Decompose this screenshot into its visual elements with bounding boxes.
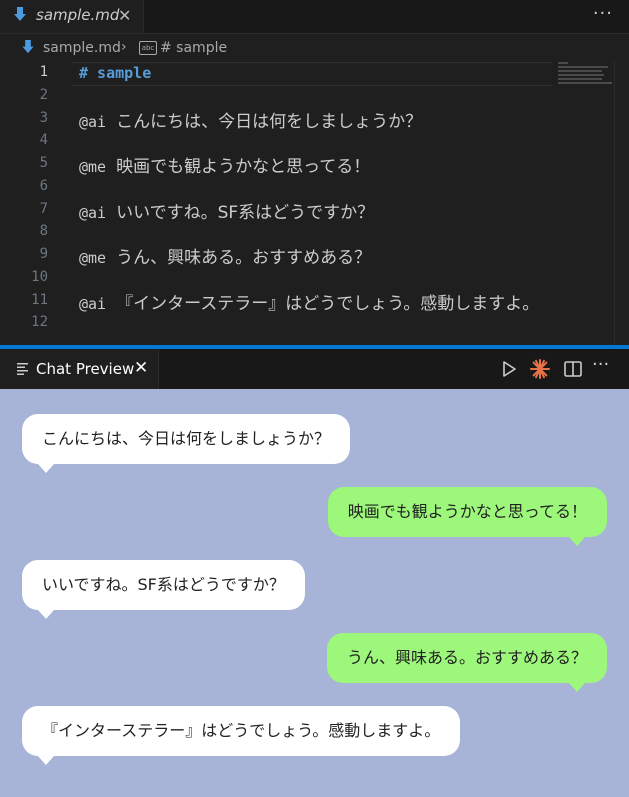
minimap[interactable] [558, 62, 614, 92]
editor-tab-bar: sample.md ✕ ··· [0, 0, 629, 34]
line-number: 9 [39, 246, 48, 262]
mention-tag: @me [79, 158, 107, 176]
code-line: @ai いいですね。SF系はどうですか？ [79, 198, 374, 223]
tab-label: Chat Preview [36, 360, 135, 378]
panel-tab-bar: Chat Preview ✕ ··· [0, 349, 629, 389]
editor-pane: sample.md ✕ ··· sample.md › abc # sample… [0, 0, 629, 345]
mention-tag: @ai [79, 113, 107, 131]
more-icon[interactable]: ··· [592, 354, 622, 376]
breadcrumb-file[interactable]: sample.md [43, 40, 121, 56]
line-number: 7 [39, 201, 48, 217]
code-area[interactable]: 1 2 3 4 5 6 7 8 9 10 11 12 # sample @ai こ… [0, 60, 629, 345]
line-number: 2 [39, 87, 48, 103]
line-number: 8 [39, 223, 48, 239]
chevron-right-icon: › [121, 39, 127, 55]
sparkle-icon[interactable] [529, 358, 551, 380]
chat-bubble-me: うん、興味ある。おすすめある？ [326, 633, 607, 683]
markdown-file-icon [22, 40, 34, 54]
code-line: @ai こんにちは、今日は何をしましょうか？ [79, 107, 422, 132]
breadcrumb: sample.md › abc # sample [0, 38, 629, 60]
code-line: @me 映画でも観ようかなと思ってる！ [79, 152, 370, 177]
bubble-tail [569, 537, 585, 546]
markdown-file-icon [14, 7, 26, 21]
more-actions-icon[interactable]: ··· [593, 3, 613, 24]
code-line: @ai 『インターステラー』はどうでしょう。感動しますよ。 [79, 289, 539, 314]
tab-label: sample.md [36, 6, 120, 24]
code-line-text: いいですね。SF系はどうですか？ [116, 203, 375, 223]
code-line-heading: # sample [79, 64, 152, 82]
line-number: 6 [39, 178, 48, 194]
mention-tag: @ai [79, 204, 107, 222]
line-number: 4 [39, 132, 48, 148]
chat-bubble-ai: 『インターステラー』はどうでしょう。感動しますよ。 [22, 706, 461, 756]
line-number: 3 [39, 110, 48, 126]
vertical-scrollbar[interactable] [614, 60, 629, 345]
chat-bubble-ai: こんにちは、今日は何をしましょうか？ [22, 414, 351, 464]
line-number: 5 [39, 155, 48, 171]
code-line-text: こんにちは、今日は何をしましょうか？ [116, 112, 423, 132]
string-symbol-icon: abc [139, 41, 157, 55]
breadcrumb-symbol[interactable]: # sample [160, 40, 227, 56]
line-number: 11 [31, 292, 48, 308]
bubble-tail [38, 610, 54, 619]
tab-chat-preview[interactable]: Chat Preview ✕ [0, 349, 159, 389]
code-line-text: うん、興味ある。おすすめある？ [116, 248, 372, 268]
chat-bubble-ai: いいですね。SF系はどうですか？ [22, 560, 305, 610]
bubble-tail [38, 756, 54, 765]
line-number: 10 [31, 269, 48, 285]
bubble-tail [569, 683, 585, 692]
chat-preview: こんにちは、今日は何をしましょうか？ 映画でも観ようかなと思ってる！ いいですね… [0, 389, 629, 797]
play-icon[interactable] [498, 358, 520, 380]
code-line-text: 『インターステラー』はどうでしょう。感動しますよ。 [116, 294, 540, 314]
mention-tag: @ai [79, 295, 107, 313]
tab-close-icon[interactable]: ✕ [134, 358, 148, 378]
split-editor-icon[interactable] [562, 358, 584, 380]
chat-bubble-me: 映画でも観ようかなと思ってる！ [327, 487, 607, 537]
mention-tag: @me [79, 249, 107, 267]
line-number: 12 [31, 314, 48, 330]
tab-close-icon[interactable]: ✕ [118, 6, 131, 25]
code-line-text: 映画でも観ようかなと思ってる！ [116, 157, 371, 177]
tab-sample-md[interactable]: sample.md ✕ [0, 0, 144, 33]
code-line: @me うん、興味ある。おすすめある？ [79, 243, 371, 268]
line-number: 1 [39, 64, 48, 80]
preview-lines-icon [17, 363, 28, 375]
bubble-tail [38, 464, 54, 473]
